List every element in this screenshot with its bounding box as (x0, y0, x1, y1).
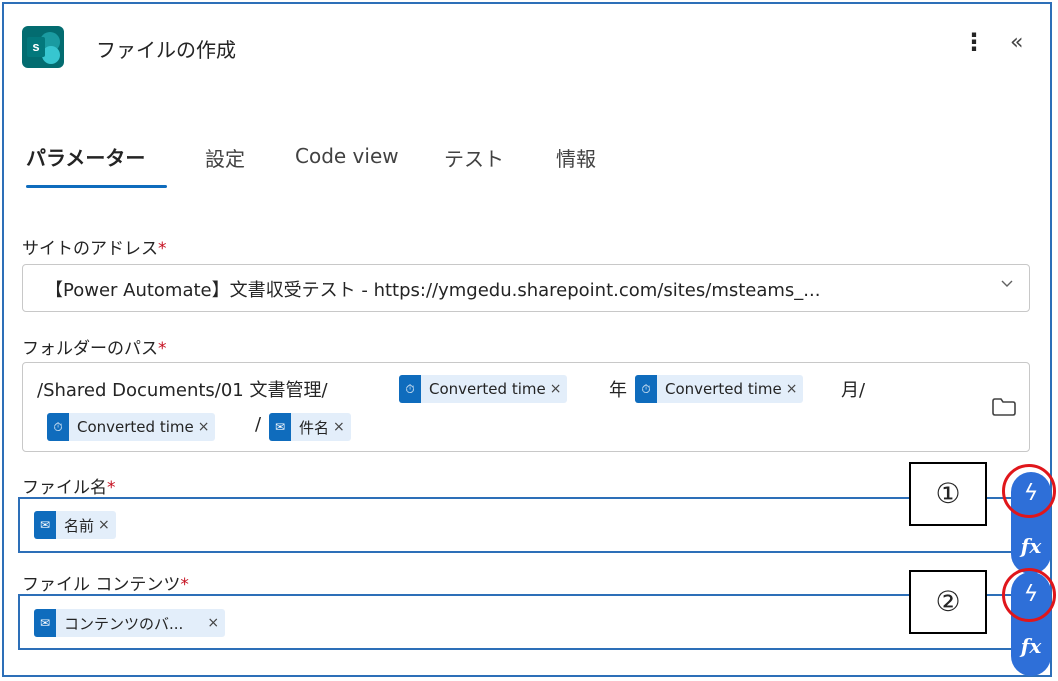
more-options-icon[interactable]: ⋮ (962, 30, 986, 54)
expression-fx-button[interactable]: fx (1011, 534, 1051, 558)
remove-token-icon[interactable]: × (207, 615, 219, 631)
clock-icon: ⏱ (635, 375, 657, 403)
outlook-icon: ✉ (34, 511, 56, 539)
tab-code-view[interactable]: Code view (295, 144, 399, 168)
annotation-marker-1: ① (909, 462, 987, 526)
tab-info[interactable]: 情報 (556, 143, 596, 172)
site-address-dropdown[interactable]: 【Power Automate】文書収受テスト - https://ymgedu… (22, 264, 1030, 312)
file-content-field[interactable]: ✉ コンテンツのバ... × (18, 594, 1018, 650)
dynamic-content-icon[interactable]: ϟ (1013, 577, 1049, 613)
folder-path-text: / (255, 414, 262, 435)
action-title: ファイルの作成 (96, 38, 236, 62)
folder-path-label: フォルダーのパス* (22, 339, 167, 359)
token-converted-time[interactable]: ⏱ Converted time × (399, 375, 568, 403)
token-content[interactable]: ✉ コンテンツのバ... × (34, 609, 226, 637)
site-address-value: 【Power Automate】文書収受テスト - https://ymgedu… (45, 280, 821, 301)
collapse-panel-icon[interactable]: « (1010, 30, 1023, 55)
token-converted-time[interactable]: ⏱ Converted time × (635, 375, 804, 403)
remove-token-icon[interactable]: × (333, 419, 345, 435)
chevron-down-icon[interactable] (999, 275, 1015, 295)
file-name-field[interactable]: ✉ 名前 × (18, 497, 1018, 553)
folder-path-text: /Shared Documents/01 文書管理/ (37, 380, 328, 401)
dynamic-content-icon[interactable]: ϟ (1013, 476, 1049, 512)
folder-icon[interactable] (991, 397, 1017, 421)
side-actions-content: ϟ fx (1011, 572, 1051, 676)
sharepoint-icon: s (22, 26, 64, 68)
token-subject[interactable]: ✉ 件名 × (269, 413, 351, 441)
file-name-label: ファイル名* (22, 478, 116, 498)
outlook-icon: ✉ (34, 609, 56, 637)
outlook-icon: ✉ (269, 413, 291, 441)
clock-icon: ⏱ (399, 375, 421, 403)
token-converted-time[interactable]: ⏱ Converted time × (47, 413, 216, 441)
tab-settings[interactable]: 設定 (205, 143, 245, 172)
remove-token-icon[interactable]: × (786, 381, 798, 397)
tab-test[interactable]: テスト (444, 143, 504, 172)
tab-parameters[interactable]: パラメーター (26, 142, 145, 171)
remove-token-icon[interactable]: × (550, 381, 562, 397)
annotation-marker-2: ② (909, 570, 987, 634)
remove-token-icon[interactable]: × (98, 517, 110, 533)
token-name[interactable]: ✉ 名前 × (34, 511, 116, 539)
clock-icon: ⏱ (47, 413, 69, 441)
folder-path-field[interactable]: /Shared Documents/01 文書管理/ ⏱ Converted t… (22, 362, 1030, 452)
folder-path-text: 年 (609, 380, 627, 401)
file-content-label: ファイル コンテンツ* (22, 575, 189, 595)
side-actions-filename: ϟ fx (1011, 472, 1051, 574)
active-tab-indicator (26, 185, 167, 188)
folder-path-text: 月/ (841, 380, 866, 401)
remove-token-icon[interactable]: × (198, 419, 210, 435)
site-address-label: サイトのアドレス* (22, 239, 167, 259)
expression-fx-button[interactable]: fx (1011, 634, 1051, 658)
